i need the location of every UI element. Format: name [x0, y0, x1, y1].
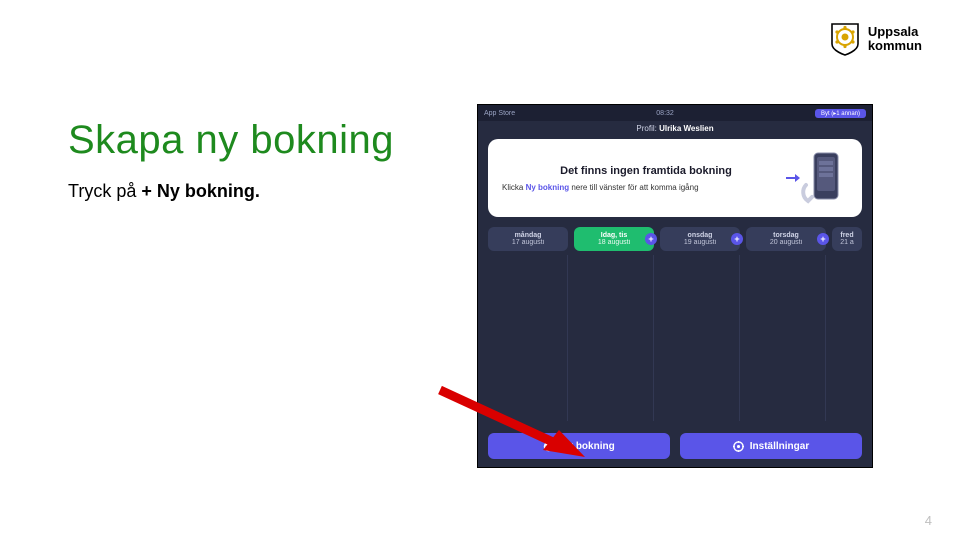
day-of-week: måndag [492, 232, 564, 239]
plus-circle-icon [543, 441, 554, 452]
instruction-text: Tryck på + Ny bokning. [68, 181, 448, 202]
new-booking-label: Ny bokning [560, 441, 614, 452]
crest-icon [830, 22, 860, 56]
day-date: 18 augusti [578, 239, 650, 246]
settings-label: Inställningar [750, 441, 809, 452]
day-column [660, 255, 740, 421]
brand-logo: Uppsala kommun [830, 22, 922, 56]
day-column [746, 255, 826, 421]
status-time: 08:32 [656, 110, 674, 117]
day-column [832, 255, 862, 421]
day-tabs: måndag17 augustiIdag, tis18 augusti+onsd… [478, 227, 872, 251]
add-day-icon[interactable]: + [645, 233, 657, 245]
empty-state-subtitle: Klicka Ny bokning nere till vänster för … [502, 183, 790, 192]
app-screenshot: App Store 08:32 Byt (▸1 annan) Profil: U… [477, 104, 873, 468]
new-booking-button[interactable]: Ny bokning [488, 433, 670, 459]
status-bar: App Store 08:32 Byt (▸1 annan) [478, 105, 872, 121]
day-date: 20 augusti [750, 239, 822, 246]
day-of-week: torsdag [750, 232, 822, 239]
day-tab[interactable]: onsdag19 augusti+ [660, 227, 740, 251]
day-tab[interactable]: fred21 a [832, 227, 862, 251]
day-column [574, 255, 654, 421]
empty-state-title: Det finns ingen framtida bokning [502, 165, 790, 177]
day-tab[interactable]: Idag, tis18 augusti+ [574, 227, 654, 251]
day-of-week: Idag, tis [578, 232, 650, 239]
day-date: 17 augusti [492, 239, 564, 246]
page-number: 4 [925, 513, 932, 528]
add-day-icon[interactable]: + [731, 233, 743, 245]
day-date: 19 augusti [664, 239, 736, 246]
status-left: App Store [484, 110, 515, 117]
page-title: Skapa ny bokning [68, 118, 448, 163]
day-of-week: fred [836, 232, 858, 239]
profile-label: Profil: Ulrika Weslien [478, 121, 872, 135]
arrow-right-icon [786, 173, 800, 183]
day-columns [478, 251, 872, 421]
empty-state-card: Det finns ingen framtida bokning Klicka … [488, 139, 862, 217]
brand-name: Uppsala kommun [868, 25, 922, 54]
gear-icon [733, 441, 744, 452]
day-tab[interactable]: måndag17 augusti [488, 227, 568, 251]
day-of-week: onsdag [664, 232, 736, 239]
day-tab[interactable]: torsdag20 augusti+ [746, 227, 826, 251]
day-column [488, 255, 568, 421]
phone-illustration-icon [800, 151, 848, 205]
settings-button[interactable]: Inställningar [680, 433, 862, 459]
day-date: 21 a [836, 239, 858, 246]
add-day-icon[interactable]: + [817, 233, 829, 245]
switch-profile-pill[interactable]: Byt (▸1 annan) [815, 109, 866, 118]
